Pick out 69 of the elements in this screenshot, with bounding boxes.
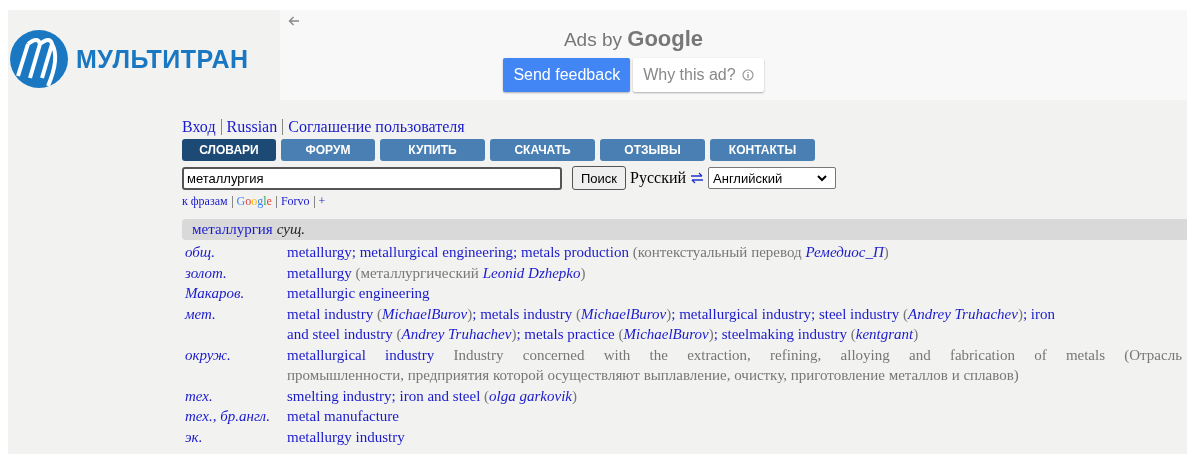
term-link[interactable]: iron and steel bbox=[399, 387, 481, 404]
term-link[interactable]: iron bbox=[1030, 305, 1055, 322]
term-link[interactable]: metals production bbox=[521, 244, 629, 260]
swap-icon[interactable] bbox=[690, 172, 705, 184]
term-link[interactable]: metal industry bbox=[287, 305, 374, 322]
term-link[interactable]: steel industry bbox=[818, 305, 900, 322]
translation-line: metallurgical industry Industry concerned with the extraction, refining, alloying and fabrication of metals (Отрасль bbox=[287, 345, 1182, 365]
author-link[interactable]: MichaelBurov bbox=[382, 305, 468, 322]
translation-line: and steel industry (Andrey Truhachev); metals practice (MichaelBurov); steelmaking industry (kentgrant) bbox=[287, 325, 920, 344]
header-link[interactable]: Соглашение пользователя bbox=[288, 118, 465, 136]
subject-link[interactable]: окруж. bbox=[185, 346, 231, 363]
info-icon bbox=[741, 69, 754, 81]
translation-line: metallurgy (металлургический Leonid Dzhepko) bbox=[287, 263, 587, 283]
term-link[interactable]: metallurgic engineering bbox=[287, 285, 430, 301]
author-link[interactable]: kentgrant bbox=[855, 326, 914, 342]
header-link[interactable]: Вход bbox=[182, 118, 216, 136]
author-link[interactable]: Leonid Dzhepko bbox=[482, 264, 581, 281]
nav-tab[interactable]: СКАЧАТЬ bbox=[490, 139, 595, 161]
term-link[interactable]: metallurgical industry bbox=[679, 305, 811, 322]
send-feedback-button[interactable]: Send feedback bbox=[503, 58, 631, 92]
header-link[interactable]: Russian bbox=[226, 118, 278, 136]
target-language-select[interactable]: Английский bbox=[708, 167, 837, 189]
search-link[interactable]: к фразам bbox=[182, 194, 228, 209]
heading-word[interactable]: металлургия bbox=[192, 221, 273, 238]
author-link[interactable]: MichaelBurov bbox=[623, 326, 709, 342]
nav-tab[interactable]: КОНТАКТЫ bbox=[710, 139, 815, 161]
term-link[interactable]: metals industry bbox=[480, 305, 573, 322]
search-field[interactable]: металлургия bbox=[182, 166, 562, 190]
subject-link[interactable]: золот. bbox=[185, 264, 227, 281]
translation-line: metal industry (MichaelBurov); metals industry (MichaelBurov); metallurgical industry; steel industry (Andrey Truhachev); iron bbox=[287, 304, 1056, 324]
author-link[interactable]: Andrey Truhachev bbox=[401, 326, 512, 342]
translation-line: metallurgy; metallurgical engineering; metals production (контекстуальный перевод Ремедиос_П) bbox=[287, 243, 890, 262]
logo-text: МУЛЬТИТРАН bbox=[76, 44, 249, 74]
subject-link[interactable]: мет. bbox=[185, 305, 216, 322]
nav-tab[interactable]: ФОРУМ bbox=[281, 139, 375, 161]
why-this-ad-button[interactable]: Why this ad? bbox=[633, 58, 764, 92]
translation-line: smelting industry; iron and steel (olga garkovik) bbox=[287, 386, 578, 406]
term-link[interactable]: smelting industry bbox=[287, 387, 392, 404]
subject-link[interactable]: общ. bbox=[185, 244, 215, 260]
nav-tab[interactable]: КУПИТЬ bbox=[380, 139, 485, 161]
ads-label: Ads by Google bbox=[563, 26, 704, 52]
back-arrow-icon[interactable] bbox=[288, 16, 300, 26]
search-button[interactable]: Поиск bbox=[572, 166, 627, 190]
search-link[interactable]: + bbox=[318, 194, 326, 209]
term-link[interactable]: metallurgical industry bbox=[287, 346, 435, 363]
author-link[interactable]: MichaelBurov bbox=[581, 305, 667, 322]
search-link[interactable]: Forvo bbox=[280, 194, 310, 209]
google-link[interactable]: Google bbox=[236, 194, 272, 209]
author-link[interactable]: olga garkovik bbox=[489, 387, 572, 404]
logo-icon bbox=[8, 28, 70, 90]
term-link[interactable]: steelmaking industry bbox=[721, 326, 848, 342]
chevron-down-icon bbox=[817, 174, 828, 182]
author-link[interactable]: Ремедиос_П bbox=[805, 244, 884, 260]
term-link[interactable]: metallurgy bbox=[287, 264, 352, 281]
subject-link[interactable]: тех., бр.англ. bbox=[185, 408, 270, 424]
translation-line: промышленности, предприятия которой осуществляют выплавление, очистку, приготовление металлов и сплавов) bbox=[287, 366, 1020, 385]
term-link[interactable]: metallurgy bbox=[287, 244, 352, 260]
term-link[interactable]: metals practice bbox=[524, 326, 615, 342]
nav-tab[interactable]: СЛОВАРИ bbox=[182, 139, 276, 161]
author-link[interactable]: Andrey Truhachev bbox=[908, 305, 1018, 322]
subject-link[interactable]: Макаров. bbox=[185, 285, 245, 301]
part-of-speech: сущ. bbox=[276, 221, 306, 238]
subject-link[interactable]: тех. bbox=[185, 387, 213, 404]
term-link[interactable]: and steel industry bbox=[287, 326, 393, 342]
subject-link[interactable]: эк. bbox=[185, 428, 203, 445]
term-link[interactable]: metal manufacture bbox=[287, 408, 400, 424]
nav-tab[interactable]: ОТЗЫВЫ bbox=[600, 139, 705, 161]
term-link[interactable]: metallurgy industry bbox=[287, 428, 405, 445]
source-language: Русский bbox=[630, 169, 687, 187]
